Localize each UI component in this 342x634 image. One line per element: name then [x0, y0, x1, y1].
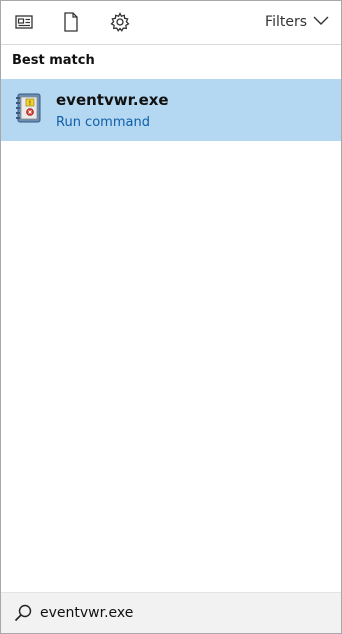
search-bar [1, 592, 341, 633]
search-panel: Filters Best match ! eventvwr.exe Run co… [0, 0, 342, 634]
search-icon [13, 603, 33, 623]
best-match-result[interactable]: ! eventvwr.exe Run command [1, 79, 341, 141]
event-viewer-icon: ! [15, 91, 45, 125]
apps-icon[interactable] [13, 11, 35, 33]
search-input[interactable] [40, 602, 330, 624]
result-type: Run command [56, 115, 150, 130]
section-title: Best match [12, 53, 95, 68]
filters-label: Filters [265, 14, 307, 30]
chevron-down-icon [313, 14, 329, 30]
filters-button[interactable]: Filters [265, 11, 329, 33]
toolbar-divider [1, 44, 341, 45]
toolbar: Filters [1, 1, 341, 43]
svg-text:!: ! [29, 100, 31, 107]
settings-gear-icon[interactable] [109, 11, 131, 33]
document-icon[interactable] [60, 11, 82, 33]
result-name: eventvwr.exe [56, 91, 169, 109]
